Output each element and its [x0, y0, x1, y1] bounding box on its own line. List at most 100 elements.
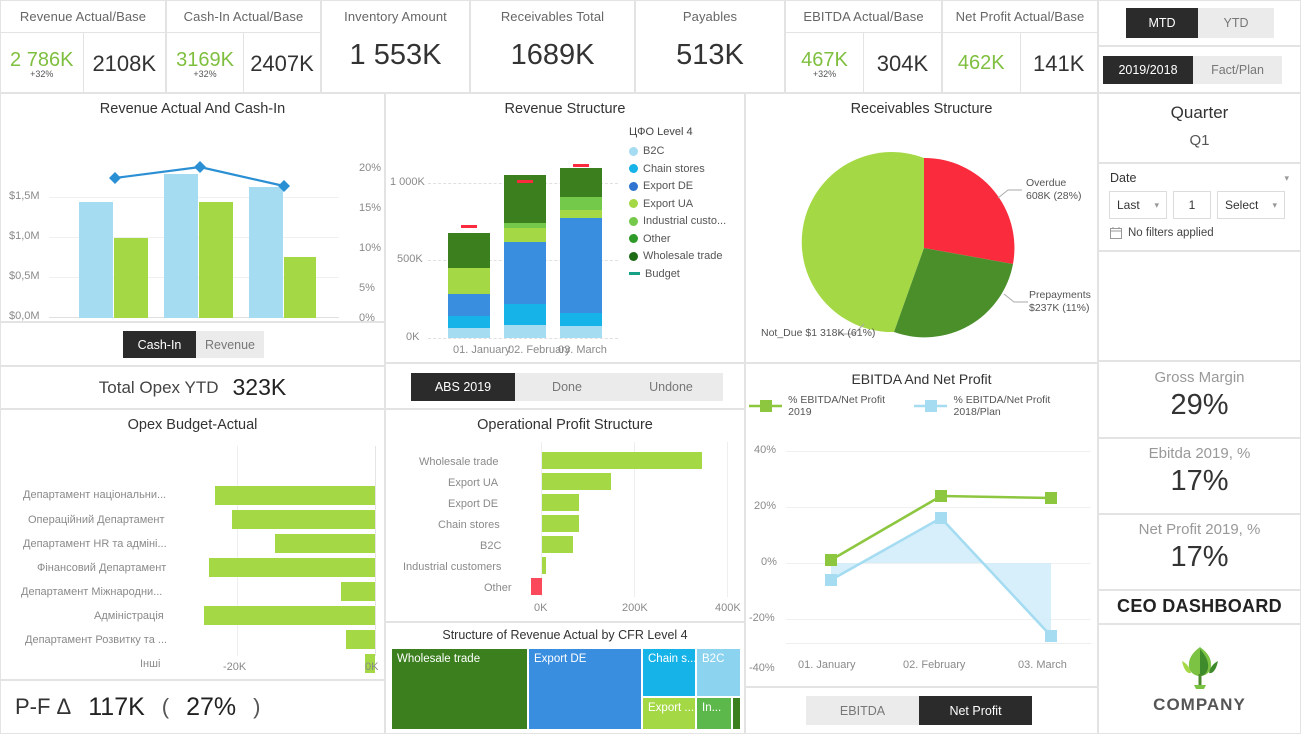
- stack-chain-mar[interactable]: [560, 313, 602, 326]
- page-title: CEO DASHBOARD: [1117, 596, 1282, 616]
- stack-wholesale-mar[interactable]: [560, 168, 602, 197]
- pie-label-overdue: Overdue 608K (28%): [1026, 177, 1081, 203]
- toggle-mtd[interactable]: MTD: [1126, 8, 1198, 38]
- bar-revenue-jan[interactable]: [114, 238, 148, 318]
- side-kpi-label: Gross Margin: [1154, 369, 1245, 386]
- chart-receivables-structure: Receivables Structure Overdue 608K (28%)…: [745, 93, 1098, 363]
- opex-category-label: Фінансовий Департамент: [37, 562, 167, 574]
- profit-bar-negative[interactable]: [531, 578, 542, 595]
- kpi-secondary-value: 304K: [876, 50, 929, 76]
- pf-delta-card: P-F Δ 117K ( 27% ): [0, 680, 385, 734]
- toggle-ebitda[interactable]: EBITDA: [806, 696, 919, 725]
- profit-bar[interactable]: [542, 557, 546, 574]
- opex-category-label: Адміністрація: [94, 610, 164, 622]
- legend-item[interactable]: Industrial custo...: [629, 215, 726, 227]
- x-tick-label: 200K: [622, 602, 648, 614]
- treemap-cell-export-ua[interactable]: Export ...: [643, 698, 695, 729]
- opex-bar[interactable]: [232, 510, 375, 529]
- legend-item[interactable]: Budget: [629, 268, 726, 280]
- bar-cashin-feb[interactable]: [164, 174, 198, 318]
- opex-bar[interactable]: [346, 630, 375, 649]
- treemap-cell-b2c[interactable]: B2C: [697, 649, 740, 696]
- chart-title: Receivables Structure: [850, 101, 993, 117]
- stack-exportua-jan[interactable]: [448, 268, 490, 294]
- quarter-value[interactable]: Q1: [1099, 123, 1300, 149]
- date-range-unit-select[interactable]: Select ▾: [1217, 191, 1285, 219]
- side-kpi-value: 17%: [1170, 465, 1229, 497]
- opex-bar[interactable]: [341, 582, 375, 601]
- profit-bar[interactable]: [542, 536, 573, 553]
- legend-marker-2019: [749, 400, 783, 412]
- toggle-done[interactable]: Done: [515, 373, 619, 401]
- stack-exportua-mar[interactable]: [560, 210, 602, 218]
- legend-label: Chain stores: [643, 162, 705, 175]
- treemap-cell-other[interactable]: [733, 698, 740, 729]
- toggle-cashin[interactable]: Cash-In: [123, 331, 196, 358]
- profit-bar[interactable]: [542, 494, 579, 511]
- stack-exportde-feb[interactable]: [504, 242, 546, 304]
- toggle-ytd[interactable]: YTD: [1198, 8, 1274, 38]
- pie-slice-overdue[interactable]: [924, 157, 1015, 264]
- treemap-cell-export-de[interactable]: Export DE: [529, 649, 641, 729]
- toggle-undone[interactable]: Undone: [619, 373, 723, 401]
- kpi-delta: +32%: [193, 68, 217, 79]
- treemap-cell-industrial[interactable]: In...: [697, 698, 731, 729]
- profit-bar[interactable]: [542, 452, 702, 469]
- bar-cashin-mar[interactable]: [249, 187, 283, 318]
- bar-cashin-jan[interactable]: [79, 202, 113, 318]
- kpi-title: Payables: [682, 9, 738, 24]
- legend-item[interactable]: B2C: [629, 145, 726, 157]
- stack-wholesale-jan[interactable]: [448, 233, 490, 268]
- stack-b2c-mar[interactable]: [560, 326, 602, 338]
- profit-bar[interactable]: [542, 473, 611, 490]
- stack-b2c-jan[interactable]: [448, 328, 490, 338]
- toggle-abs-2019[interactable]: ABS 2019: [411, 373, 515, 401]
- date-range-op-select[interactable]: Last ▾: [1109, 191, 1167, 219]
- legend-item[interactable]: Chain stores: [629, 163, 726, 175]
- kpi-card-cashin: Cash-In Actual/Base 3169K +32% 2407K: [166, 0, 321, 94]
- bar-revenue-mar[interactable]: [284, 257, 316, 318]
- chart-title: Structure of Revenue Actual by CFR Level…: [442, 628, 688, 642]
- budget-marker-feb: [517, 180, 533, 183]
- legend-marker-2018: [914, 400, 948, 412]
- y-tick-label: $0,0M: [9, 310, 40, 322]
- opex-category-label: Департамент Міжнародни...: [21, 586, 163, 598]
- date-filter-label: Date: [1110, 171, 1137, 185]
- stack-chain-feb[interactable]: [504, 304, 546, 325]
- profit-category-label: Export UA: [448, 477, 499, 489]
- plot-area: 1 000K 500K 0K 01. January 02. February …: [386, 120, 746, 364]
- budget-marker-mar: [573, 164, 589, 167]
- opex-bar[interactable]: [275, 534, 375, 553]
- pie-label-value: $237K (11%): [1029, 302, 1090, 315]
- stack-exportde-jan[interactable]: [448, 294, 490, 316]
- opex-bar[interactable]: [204, 606, 375, 625]
- chevron-down-icon[interactable]: ▾: [1284, 173, 1289, 184]
- tree-logo-icon: [1181, 647, 1218, 689]
- pf-delta-open-paren: (: [161, 694, 170, 719]
- toggle-net-profit[interactable]: Net Profit: [919, 696, 1032, 725]
- legend-item[interactable]: Export UA: [629, 198, 726, 210]
- legend-item[interactable]: Wholesale trade: [629, 250, 726, 262]
- stack-exportde-mar[interactable]: [560, 218, 602, 313]
- toggle-revenue[interactable]: Revenue: [196, 331, 264, 358]
- stack-exportua-feb[interactable]: [504, 228, 546, 242]
- opex-bar[interactable]: [209, 558, 375, 577]
- opex-bar[interactable]: [215, 486, 375, 505]
- filter-blank-area: [1098, 251, 1301, 361]
- treemap-label: B2C: [702, 653, 725, 665]
- toggle-fact-plan[interactable]: Fact/Plan: [1193, 56, 1282, 84]
- quarter-card: Quarter Q1: [1098, 93, 1301, 163]
- stack-b2c-feb[interactable]: [504, 325, 546, 338]
- date-range-count-input[interactable]: 1: [1173, 191, 1211, 219]
- toggle-2019-2018[interactable]: 2019/2018: [1103, 56, 1193, 84]
- stack-industrial-mar[interactable]: [560, 197, 602, 210]
- legend-item[interactable]: Other: [629, 233, 726, 245]
- profit-bar[interactable]: [542, 515, 579, 532]
- kpi-card-inventory: Inventory Amount 1 553K: [321, 0, 470, 93]
- bar-revenue-feb[interactable]: [199, 202, 233, 318]
- stack-chain-jan[interactable]: [448, 316, 490, 328]
- treemap-cell-chain-stores[interactable]: Chain s...: [643, 649, 695, 696]
- legend-item[interactable]: Export DE: [629, 180, 726, 192]
- treemap-cell-wholesale-trade[interactable]: Wholesale trade: [392, 649, 527, 729]
- stack-industrial-feb[interactable]: [504, 223, 546, 228]
